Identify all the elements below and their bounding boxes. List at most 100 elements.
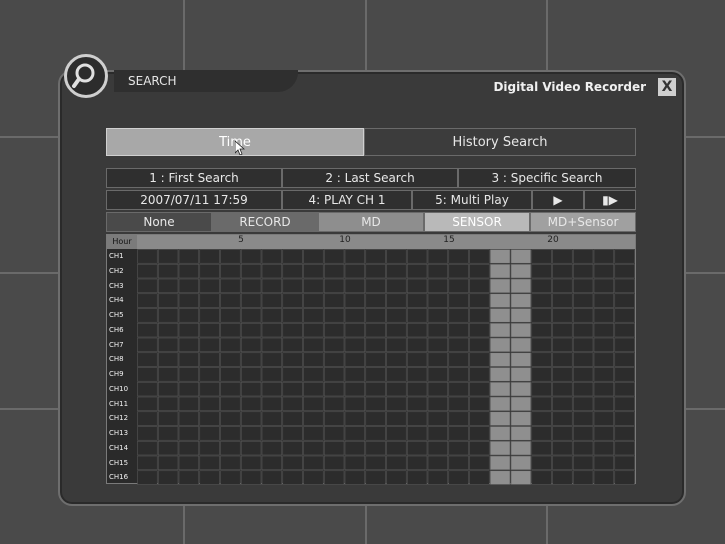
timeline-cell[interactable] (593, 308, 615, 323)
timeline-cell[interactable] (531, 396, 552, 412)
timeline-cell[interactable] (469, 278, 490, 294)
timeline-cell[interactable] (365, 396, 386, 412)
timeline-cell[interactable] (199, 337, 220, 353)
timeline-cell[interactable] (552, 337, 573, 353)
timeline-cell[interactable] (282, 396, 303, 412)
timeline-cell[interactable] (427, 411, 449, 426)
timeline-cell[interactable] (469, 455, 490, 471)
timeline-cell[interactable] (593, 426, 615, 441)
timeline-cell[interactable] (365, 440, 386, 456)
timeline-cell[interactable] (157, 308, 179, 323)
timeline-cell[interactable] (323, 322, 345, 338)
timeline-cell[interactable] (386, 426, 407, 441)
timeline-cell[interactable] (386, 411, 407, 426)
timeline-cell[interactable] (323, 426, 345, 441)
timeline-cell[interactable] (365, 426, 386, 441)
timeline-cell[interactable] (386, 337, 407, 353)
timeline-cell[interactable] (157, 470, 179, 485)
timeline-cell[interactable] (157, 411, 179, 426)
timeline-cell[interactable] (572, 455, 594, 471)
timeline-cell[interactable] (489, 337, 511, 353)
timeline-cell[interactable] (240, 293, 262, 308)
timeline-cell[interactable] (282, 381, 303, 397)
timeline-cell[interactable] (323, 352, 345, 367)
timeline-cell[interactable] (469, 263, 490, 279)
timeline-cell[interactable] (552, 470, 573, 485)
timeline-cell[interactable] (240, 249, 262, 264)
timeline-cell[interactable] (323, 381, 345, 397)
timeline-cell[interactable] (552, 381, 573, 397)
timeline-cell[interactable] (572, 293, 594, 308)
timeline-cell[interactable] (531, 263, 552, 279)
timeline-cell[interactable] (220, 396, 241, 412)
timeline-cell[interactable] (261, 263, 283, 279)
timeline-cell[interactable] (261, 396, 283, 412)
timeline-cell[interactable] (448, 352, 469, 367)
timeline-cell[interactable] (510, 367, 532, 382)
timeline-cell[interactable] (178, 381, 200, 397)
timeline-cell[interactable] (323, 455, 345, 471)
timeline-cell[interactable] (365, 293, 386, 308)
timeline-cell[interactable] (137, 411, 158, 426)
timeline-cell[interactable] (365, 455, 386, 471)
timeline-cell[interactable] (552, 426, 573, 441)
timeline-cell[interactable] (510, 440, 532, 456)
timeline-cell[interactable] (365, 263, 386, 279)
timeline-cell[interactable] (344, 278, 366, 294)
timeline-cell[interactable] (469, 426, 490, 441)
timeline-cell[interactable] (531, 308, 552, 323)
timeline-cell[interactable] (614, 381, 635, 397)
timeline-cell[interactable] (572, 411, 594, 426)
timeline-cell[interactable] (178, 470, 200, 485)
timeline-cell[interactable] (323, 470, 345, 485)
timeline-cell[interactable] (199, 440, 220, 456)
timeline-cell[interactable] (489, 396, 511, 412)
timeline-cell[interactable] (261, 455, 283, 471)
timeline-cell[interactable] (240, 278, 262, 294)
timeline-cell[interactable] (406, 470, 428, 485)
timeline-cell[interactable] (489, 440, 511, 456)
timeline-cell[interactable] (614, 308, 635, 323)
timeline-cell[interactable] (448, 367, 469, 382)
specific-search-button[interactable]: 3 : Specific Search (458, 168, 636, 188)
timeline-cell[interactable] (365, 337, 386, 353)
timeline-cell[interactable] (282, 308, 303, 323)
timeline-cell[interactable] (240, 263, 262, 279)
timeline-cell[interactable] (365, 381, 386, 397)
timeline-cell[interactable] (593, 411, 615, 426)
timeline-cell[interactable] (552, 367, 573, 382)
first-search-button[interactable]: 1 : First Search (106, 168, 282, 188)
timeline-cell[interactable] (178, 352, 200, 367)
timeline-cell[interactable] (469, 440, 490, 456)
timeline-cell[interactable] (386, 367, 407, 382)
timeline-cell[interactable] (552, 352, 573, 367)
timeline-cell[interactable] (448, 308, 469, 323)
timeline-cell[interactable] (572, 396, 594, 412)
timeline-cell[interactable] (593, 396, 615, 412)
multi-play-button[interactable]: 5: Multi Play (412, 190, 532, 210)
timeline-cell[interactable] (448, 381, 469, 397)
timeline-cell[interactable] (303, 263, 324, 279)
timeline-cell[interactable] (406, 352, 428, 367)
timeline-cell[interactable] (427, 308, 449, 323)
timeline-cell[interactable] (510, 352, 532, 367)
timeline-cell[interactable] (552, 278, 573, 294)
timeline-cell[interactable] (614, 293, 635, 308)
timeline-cell[interactable] (386, 396, 407, 412)
timeline-cell[interactable] (552, 308, 573, 323)
timeline-cell[interactable] (510, 470, 532, 485)
timeline-cell[interactable] (261, 470, 283, 485)
play-channel-button[interactable]: 4: PLAY CH 1 (282, 190, 412, 210)
timeline-cell[interactable] (427, 455, 449, 471)
timeline-cell[interactable] (365, 322, 386, 338)
timeline-cell[interactable] (199, 455, 220, 471)
timeline-cell[interactable] (365, 308, 386, 323)
timeline-cell[interactable] (386, 455, 407, 471)
timeline-cell[interactable] (261, 381, 283, 397)
timeline-cell[interactable] (427, 470, 449, 485)
timeline-cell[interactable] (344, 322, 366, 338)
timeline-cell[interactable] (240, 411, 262, 426)
timeline-cell[interactable] (178, 337, 200, 353)
timeline-cell[interactable] (199, 411, 220, 426)
timeline-cell[interactable] (614, 249, 635, 264)
